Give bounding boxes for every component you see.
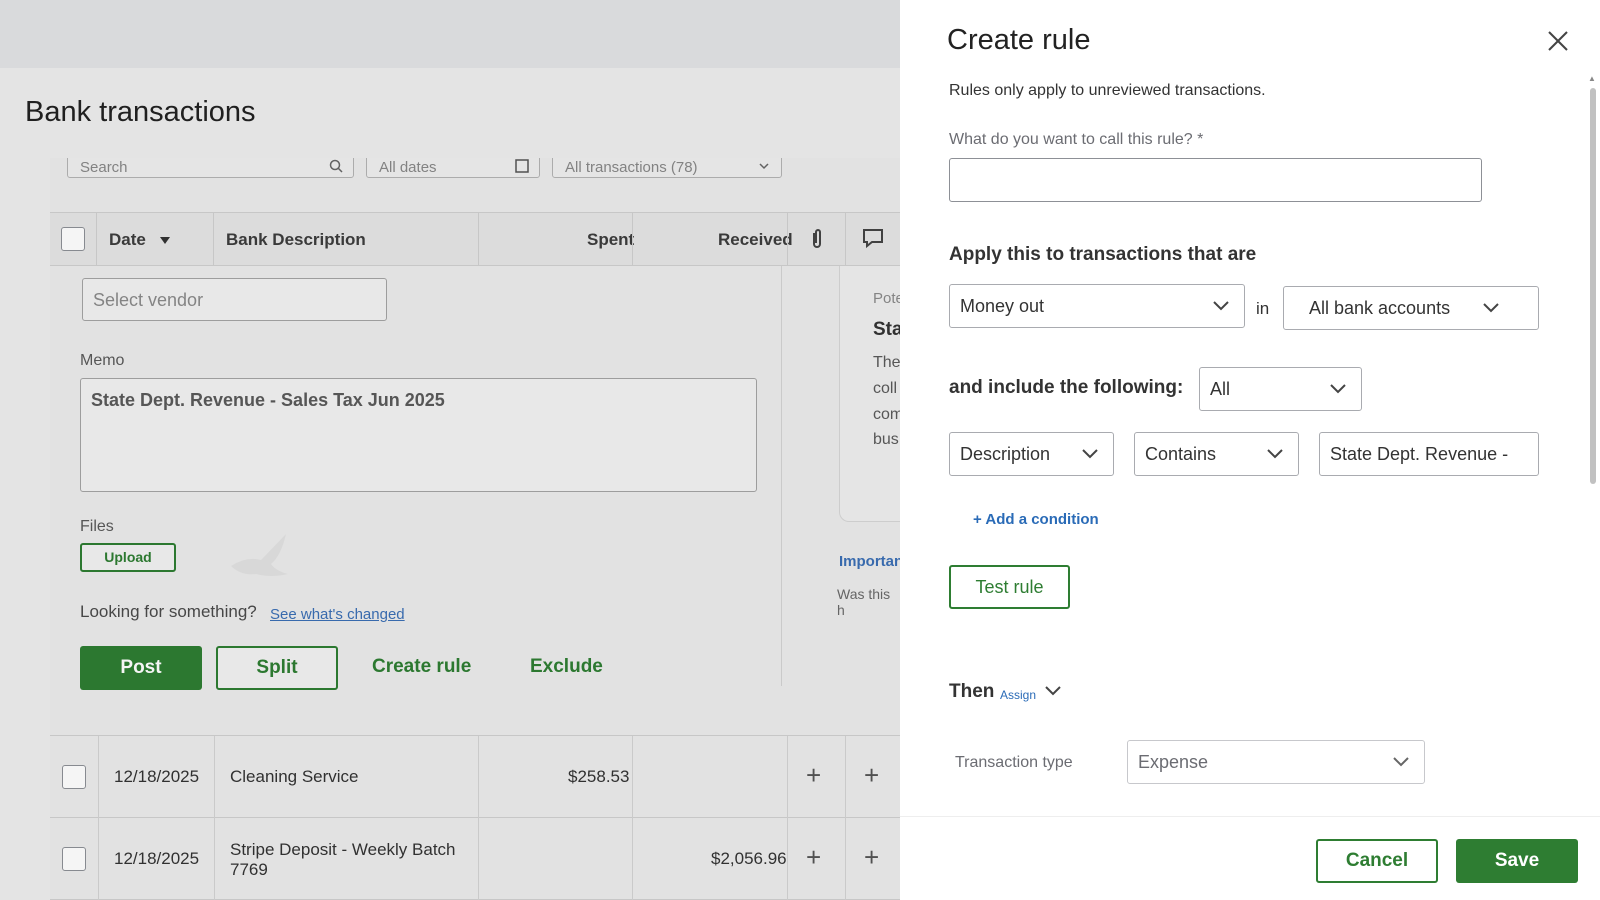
- scroll-up-icon[interactable]: ▲: [1588, 74, 1596, 83]
- bank-transactions-page: Bank transactions Search All dates All t…: [0, 0, 959, 900]
- condition-field-dropdown[interactable]: Description: [949, 432, 1114, 476]
- create-rule-drawer: Create rule Rules only apply to unreview…: [900, 0, 1600, 900]
- direction-dropdown[interactable]: Money out: [949, 284, 1245, 328]
- apply-heading: Apply this to transactions that are: [949, 244, 1257, 265]
- transaction-type-label: Transaction type: [955, 754, 1073, 771]
- chevron-down-icon: [1213, 301, 1229, 311]
- then-label: Then: [949, 681, 995, 702]
- match-dropdown[interactable]: All: [1199, 367, 1362, 411]
- chevron-down-icon[interactable]: [1044, 685, 1062, 697]
- chevron-down-icon: [1330, 384, 1346, 394]
- save-button[interactable]: Save: [1456, 839, 1578, 883]
- drawer-footer: Cancel Save: [900, 816, 1600, 900]
- overlay-tint: [0, 0, 900, 900]
- condition-operator-dropdown[interactable]: Contains: [1134, 432, 1299, 476]
- include-heading: and include the following:: [949, 377, 1184, 398]
- drawer-title: Create rule: [947, 24, 1091, 56]
- close-icon[interactable]: [1545, 28, 1571, 54]
- chevron-down-icon: [1393, 757, 1409, 767]
- rule-name-label: What do you want to call this rule? *: [949, 131, 1204, 148]
- chevron-down-icon: [1082, 449, 1098, 459]
- assign-label[interactable]: Assign: [1000, 688, 1036, 702]
- accounts-dropdown[interactable]: All bank accounts: [1283, 286, 1539, 330]
- accounts-value: All bank accounts: [1309, 298, 1451, 318]
- rule-name-input[interactable]: [949, 158, 1482, 202]
- test-rule-button[interactable]: Test rule: [949, 565, 1070, 609]
- add-condition-link[interactable]: + Add a condition: [973, 511, 1099, 528]
- in-label: in: [1256, 299, 1270, 318]
- condition-field-value: Description: [960, 444, 1051, 464]
- condition-operator-value: Contains: [1145, 444, 1217, 464]
- match-value: All: [1210, 379, 1231, 399]
- direction-value: Money out: [960, 296, 1045, 316]
- cancel-button[interactable]: Cancel: [1316, 839, 1438, 883]
- scrollbar-thumb[interactable]: [1590, 88, 1596, 484]
- chevron-down-icon: [1267, 449, 1283, 459]
- condition-value-input[interactable]: State Dept. Revenue -: [1319, 432, 1539, 476]
- transaction-type-value: Expense: [1138, 752, 1209, 772]
- transaction-type-dropdown[interactable]: Expense: [1127, 740, 1425, 784]
- chevron-down-icon: [1483, 303, 1499, 313]
- rules-note: Rules only apply to unreviewed transacti…: [949, 82, 1266, 99]
